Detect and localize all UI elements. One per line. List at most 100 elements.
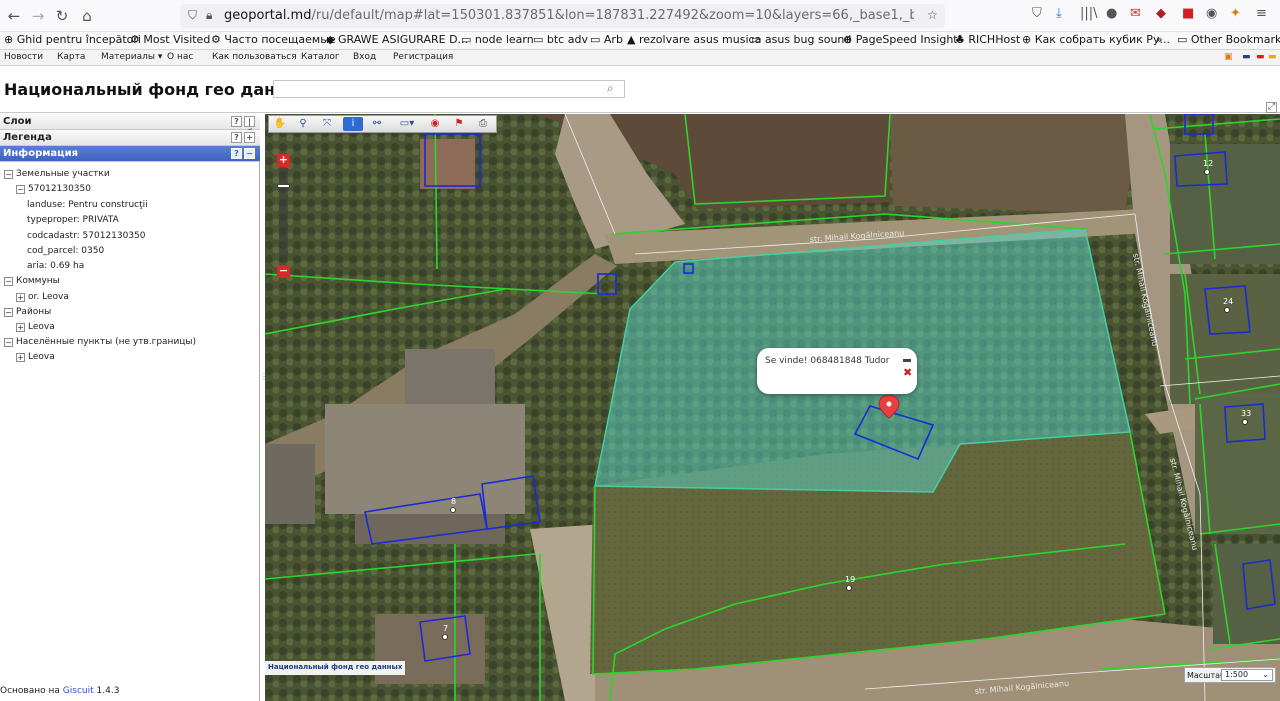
parcel-number: 24	[1223, 297, 1233, 306]
home-icon[interactable]: ⌂	[77, 6, 97, 26]
zoom-in-button[interactable]: +	[277, 154, 290, 167]
menu-howto[interactable]: Как пользоваться	[212, 52, 297, 62]
parcel-number: 12	[1203, 159, 1213, 168]
bookmark-item[interactable]: ▭ asus bug sound	[751, 33, 851, 46]
extension-f-icon[interactable]: ●	[1106, 6, 1117, 26]
attr-typeproper: typeproper: PRIVATA	[27, 215, 119, 225]
tree-commune-item[interactable]: + or. Leova	[16, 292, 69, 302]
pan-hand-icon[interactable]: ✋	[270, 117, 290, 131]
fullscreen-icon[interactable]: ⤢	[1266, 102, 1277, 113]
bookmark-item[interactable]: ▭ node learn	[461, 33, 534, 46]
menu-icon[interactable]: ≡	[1256, 6, 1267, 26]
zoom-extent-icon[interactable]: ⤧	[317, 117, 337, 131]
footer-credit: Основано на Giscuit 1.4.3	[0, 686, 120, 696]
zoom-out-button[interactable]: −	[277, 265, 290, 278]
menu-news[interactable]: Новости	[4, 52, 43, 62]
extension-fox-icon[interactable]: ✦	[1230, 6, 1241, 26]
flag-en-icon[interactable]: ▬	[1242, 52, 1251, 62]
panel-layers[interactable]: Слои ? |<	[0, 114, 260, 135]
giscuit-link[interactable]: Giscuit	[63, 686, 94, 696]
url-text: geoportal.md/ru/default/map#lat=150301.8…	[224, 8, 914, 23]
menu-catalog[interactable]: Каталог	[301, 52, 340, 62]
bookmark-item[interactable]: ⊕ Ghid pentru începători	[4, 33, 141, 46]
menu-register[interactable]: Регистрация	[393, 52, 453, 62]
rss-icon[interactable]: ▣	[1224, 52, 1233, 62]
tree-district-item[interactable]: + Leova	[16, 322, 55, 332]
bookmark-item[interactable]: ▲ rezolvare asus musica	[627, 33, 761, 46]
reload-icon[interactable]: ↻	[52, 6, 72, 26]
sidebar: Слои ? |< Легенда ? + Информация ? − −Зе…	[0, 114, 260, 701]
zoom-slider-handle[interactable]	[277, 184, 290, 188]
target-icon[interactable]: ◉	[425, 117, 445, 131]
menu-about[interactable]: О нас	[167, 52, 193, 62]
attr-cod-parcel: cod_parcel: 0350	[27, 246, 105, 256]
search-input[interactable]: ⌕	[273, 80, 625, 98]
flag-ru-icon[interactable]: ▬	[1256, 52, 1265, 62]
expand-icon[interactable]: +	[244, 132, 255, 143]
bookmark-item[interactable]: ⚙ Most Visited	[130, 33, 210, 46]
address-bar[interactable]: ⛉ 🔒︎ geoportal.md/ru/default/map#lat=150…	[180, 4, 945, 28]
map-credit: Национальный фонд гео данных	[265, 661, 406, 675]
search-icon[interactable]: ⌕	[607, 81, 614, 96]
map-toolbar: ✋ ⚲ ⤧ i ⚯ ▭▾ ◉ ⚑ ⎙	[268, 115, 497, 133]
binoculars-icon[interactable]: ⚯	[367, 117, 387, 131]
tree-parcel[interactable]: −57012130350	[16, 184, 91, 194]
forward-icon[interactable]: →	[28, 6, 48, 26]
help-icon[interactable]: ?	[231, 148, 242, 159]
download-icon[interactable]: ⤓	[1056, 6, 1062, 26]
tree-districts[interactable]: − Районы	[4, 307, 51, 317]
collapse-icon[interactable]: −	[244, 148, 255, 159]
parcel-number: 7	[443, 624, 448, 633]
popup-text: Se vinde! 068481848 Tudor	[765, 356, 890, 366]
panel-legend[interactable]: Легенда ? +	[0, 130, 260, 146]
attr-codcadastr: codcadastr: 57012130350	[27, 231, 146, 241]
help-icon[interactable]: ?	[231, 116, 242, 127]
identify-icon[interactable]: i	[343, 117, 363, 131]
bookmark-item[interactable]: ⊕ PageSpeed Insights	[843, 33, 963, 46]
tree-land-parcels[interactable]: − Земельные участки	[4, 169, 110, 179]
flag-icon[interactable]: ⚑	[449, 117, 469, 131]
collapse-left-icon[interactable]: |<	[244, 116, 255, 135]
bookmarks-overflow-icon[interactable]: »	[1156, 33, 1163, 46]
menu-materials[interactable]: Материалы ▾	[101, 52, 162, 62]
extension-mail-icon[interactable]: ✉	[1130, 6, 1141, 26]
back-icon[interactable]: ←	[4, 6, 24, 26]
extension-ublock-icon[interactable]: ◆	[1156, 6, 1166, 26]
print-icon[interactable]: ⎙	[473, 117, 493, 131]
bookmark-star-icon[interactable]: ☆	[927, 8, 938, 22]
help-icon[interactable]: ?	[231, 132, 242, 143]
map-view[interactable]: 8 7 19 12 24 33 str. Mihail Kogălniceanu…	[265, 114, 1280, 701]
scale-select[interactable]: 1:500 ⌄	[1221, 669, 1273, 681]
info-popup: Se vinde! 068481848 Tudor ✖	[757, 348, 917, 394]
bookmark-item[interactable]: ▭ Other Bookmarks	[1177, 33, 1280, 46]
zoom-slider-track[interactable]	[279, 168, 288, 262]
bookmark-item[interactable]: ▭ Arb	[590, 33, 623, 46]
browser-toolbar: ← → ↻ ⌂ ⛉ 🔒︎ geoportal.md/ru/default/map…	[0, 0, 1280, 32]
tree-locality-item[interactable]: + Leova	[16, 352, 55, 362]
panel-info[interactable]: Информация ? −	[0, 146, 260, 162]
library-icon[interactable]: |||\	[1080, 6, 1098, 26]
minimize-icon[interactable]	[903, 359, 911, 362]
lock-icon: 🔒︎	[206, 8, 213, 22]
satellite-map[interactable]: 8 7 19 12 24 33 str. Mihail Kogălniceanu…	[265, 114, 1280, 701]
extension-cam-icon[interactable]: ◉	[1206, 6, 1217, 26]
tree-localities[interactable]: − Населённые пункты (не утв.границы)	[4, 337, 196, 347]
bookmark-item[interactable]: ◆ GRAWE ASIGURARE D...	[326, 33, 468, 46]
extension-abp-icon[interactable]: ■	[1182, 6, 1194, 26]
bookmark-item[interactable]: ⊕ Как собрать кубик Ру...	[1022, 33, 1170, 46]
menu-login[interactable]: Вход	[353, 52, 376, 62]
menu-map[interactable]: Карта	[57, 52, 85, 62]
zoom-box-icon[interactable]: ⚲	[293, 117, 313, 131]
close-icon[interactable]: ✖	[903, 367, 913, 378]
bookmark-item[interactable]: ⚙ Часто посещаемые	[211, 33, 336, 46]
bookmark-item[interactable]: ♣ RICHHost	[955, 33, 1020, 46]
site-menu: Новости Карта Материалы ▾ О нас Как поль…	[0, 50, 1280, 66]
pocket-icon[interactable]: ⛉	[1032, 6, 1042, 26]
flag-md-icon[interactable]: ▬	[1268, 52, 1277, 62]
attr-aria: aria: 0.69 ha	[27, 261, 85, 271]
tree-communes[interactable]: − Коммуны	[4, 276, 60, 286]
bookmark-item[interactable]: ▭ btc adv	[533, 33, 588, 46]
measure-ruler-icon[interactable]: ▭▾	[393, 117, 421, 131]
page-title: Национальный фонд гео данных	[4, 80, 312, 99]
shield-icon: ⛉	[188, 8, 198, 22]
